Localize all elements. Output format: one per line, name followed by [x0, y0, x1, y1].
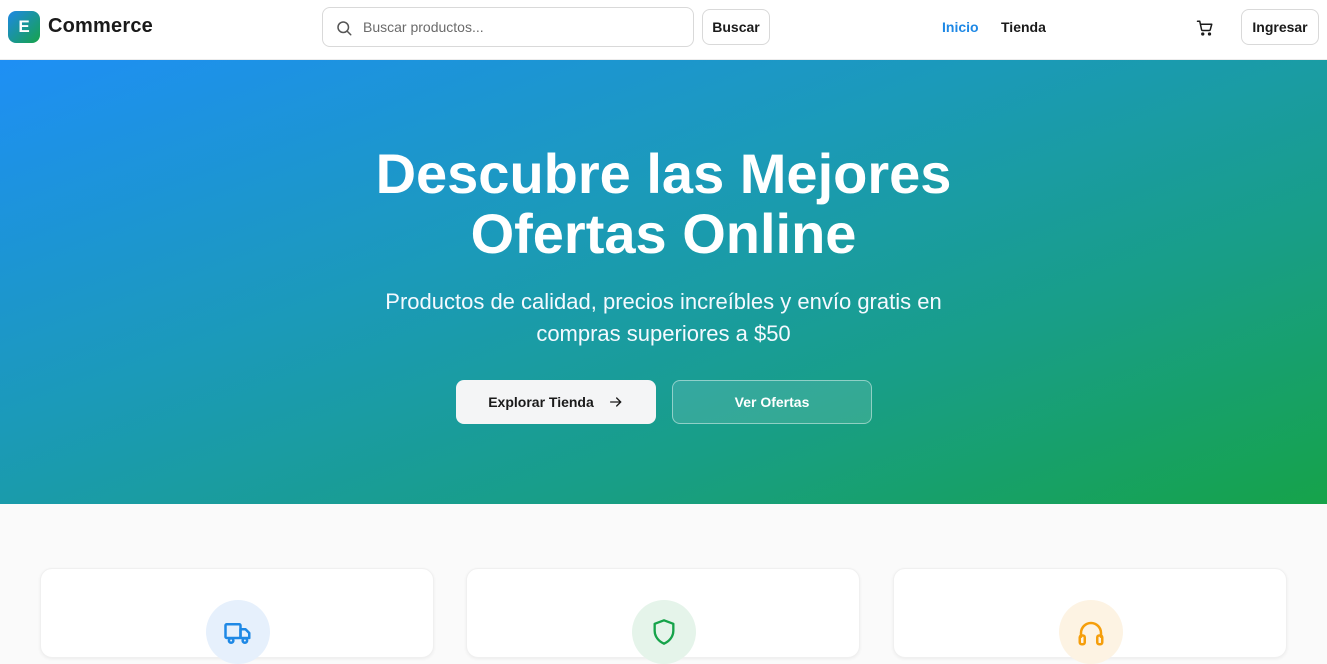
feature-card-support: [893, 568, 1287, 664]
brand-name[interactable]: Commerce: [48, 15, 153, 38]
hero-title: Descubre las Mejores Ofertas Online: [0, 144, 1327, 264]
arrow-right-icon: [609, 397, 622, 407]
hero-banner: Descubre las Mejores Ofertas Online Prod…: [0, 60, 1327, 504]
search-box: [322, 7, 694, 47]
logo-badge[interactable]: E: [8, 11, 40, 43]
nav-link-tienda[interactable]: Tienda: [1001, 19, 1046, 35]
search-icon: [337, 21, 352, 36]
hero-subtitle-line-2: compras superiores a $50: [536, 321, 791, 346]
view-offers-button[interactable]: Ver Ofertas: [672, 380, 872, 424]
explore-store-button[interactable]: Explorar Tienda: [456, 380, 656, 424]
site-header: E Commerce Buscar Inicio Tienda Ingresar: [0, 0, 1327, 60]
search-input[interactable]: [363, 8, 683, 46]
feature-icon-circle: [206, 600, 270, 664]
shopping-cart-icon[interactable]: [1196, 19, 1214, 37]
login-button[interactable]: Ingresar: [1241, 9, 1319, 45]
feature-icon-circle: [632, 600, 696, 664]
hero-subtitle: Productos de calidad, precios increíbles…: [0, 286, 1327, 350]
feature-icon-circle: [1059, 600, 1123, 664]
explore-store-label: Explorar Tienda: [488, 394, 594, 410]
search-button[interactable]: Buscar: [702, 9, 770, 45]
feature-card-shipping: [40, 568, 434, 664]
truck-icon: [224, 623, 251, 645]
nav-link-inicio[interactable]: Inicio: [942, 19, 979, 35]
shield-icon: [653, 619, 675, 645]
hero-subtitle-line-1: Productos de calidad, precios increíbles…: [385, 289, 942, 314]
hero-title-line-1: Descubre las Mejores: [375, 142, 952, 205]
headphones-icon: [1078, 621, 1104, 646]
feature-card-security: [466, 568, 860, 664]
hero-title-line-2: Ofertas Online: [470, 202, 857, 265]
